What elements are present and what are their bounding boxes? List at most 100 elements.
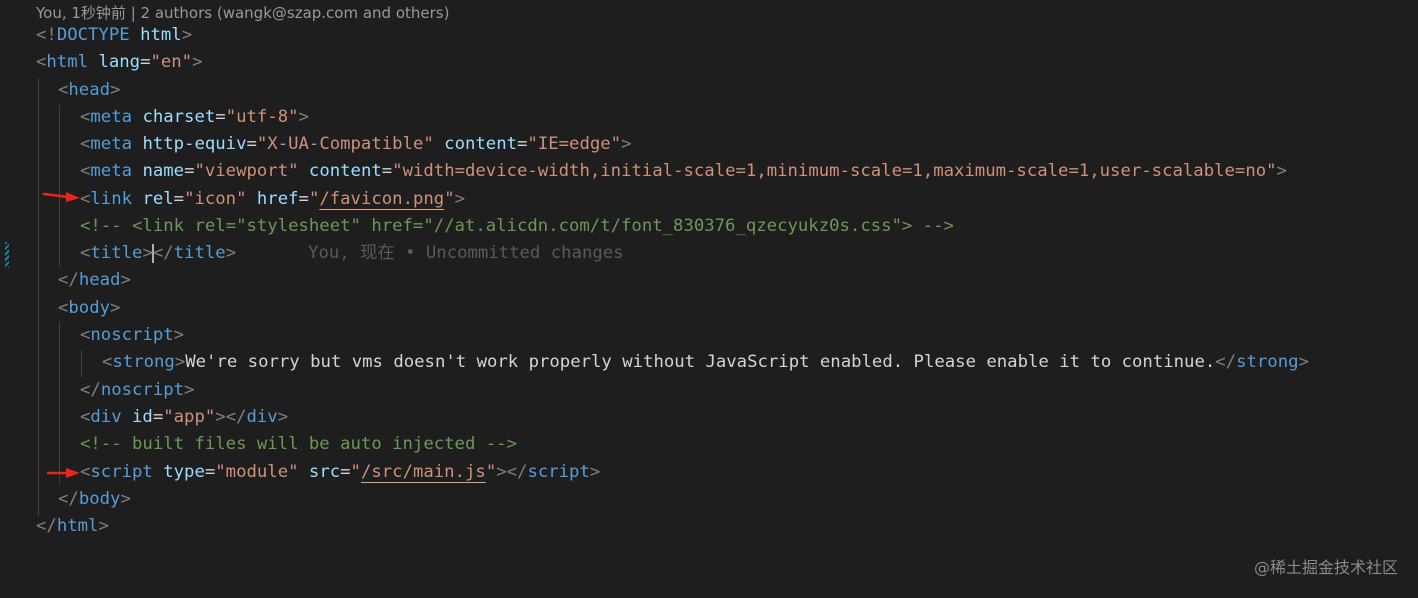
code-editor[interactable]: You, 1秒钟前 | 2 authors (wangk@szap.com an… <box>0 0 1418 598</box>
tag-name: body <box>68 298 111 318</box>
noscript-message: We're sorry but vms doesn't work properl… <box>185 352 1216 372</box>
attribute-value: "width=device-width,initial-scale=1,mini… <box>392 161 1277 181</box>
src-link[interactable]: /src/main.js <box>361 462 486 482</box>
code-line-html-open[interactable]: <html lang="en"> <box>36 49 203 76</box>
bracket: > <box>225 243 237 263</box>
bracket: > <box>181 25 193 45</box>
git-change-gutter-marker[interactable] <box>5 242 9 268</box>
tag-name: div <box>246 407 278 427</box>
bracket: </ <box>152 243 174 263</box>
bracket: </ <box>58 270 79 290</box>
equals: = <box>152 407 164 427</box>
bracket: < <box>80 462 91 482</box>
bracket: > <box>1276 161 1287 181</box>
quote: " <box>444 189 455 209</box>
indent-guide-body <box>59 322 60 484</box>
tag-name: title <box>173 243 226 263</box>
code-line-comment-stylesheet[interactable]: <!-- <link rel="stylesheet" href="//at.a… <box>80 213 954 240</box>
bracket: > <box>192 52 203 72</box>
code-line-title[interactable]: <title></title> You, 现在 • Uncommitted cha… <box>80 240 624 267</box>
tag-name: meta <box>90 161 133 181</box>
tag-name: meta <box>90 134 133 154</box>
attribute-name: content <box>444 134 518 154</box>
red-arrow-annotation-icon <box>46 468 80 478</box>
attribute-name: http-equiv <box>142 134 247 154</box>
tag-name: title <box>90 243 143 263</box>
tag-name: body <box>78 489 121 509</box>
git-blame-codelens[interactable]: You, 1秒钟前 | 2 authors (wangk@szap.com an… <box>36 2 449 24</box>
bracket: > <box>120 489 131 509</box>
bracket: < <box>80 325 91 345</box>
attribute-value: "en" <box>150 52 193 72</box>
code-line-script[interactable]: <script type="module" src="/src/main.js"… <box>80 459 600 486</box>
href-link[interactable]: /favicon.png <box>319 189 444 209</box>
code-line-comment-built[interactable]: <!-- built files will be auto injected -… <box>80 431 517 458</box>
bracket: > <box>589 462 601 482</box>
code-line-html-close[interactable]: </html> <box>36 513 109 540</box>
bracket: < <box>36 52 47 72</box>
code-line-noscript-open[interactable]: <noscript> <box>80 322 184 349</box>
tag-name: noscript <box>90 325 174 345</box>
indent-guide-noscript <box>81 350 82 377</box>
bracket: > <box>1298 352 1309 372</box>
red-arrow-annotation-icon <box>42 192 80 202</box>
bracket: > <box>277 407 289 427</box>
tag-name: head <box>68 80 111 100</box>
doctype-keyword: DOCTYPE <box>56 25 130 45</box>
code-line-meta-charset[interactable]: <meta charset="utf-8"> <box>80 104 309 131</box>
quote: " <box>485 462 497 482</box>
code-line-div-app[interactable]: <div id="app"></div> <box>80 404 288 431</box>
code-line-doctype[interactable]: <!DOCTYPE html> <box>36 22 192 49</box>
tag-name: html <box>56 516 99 536</box>
quote: " <box>308 189 320 209</box>
code-line-head-open[interactable]: <head> <box>58 77 120 104</box>
bracket: > <box>621 134 632 154</box>
tag-name: head <box>78 270 121 290</box>
bracket: > <box>298 107 309 127</box>
bracket: < <box>80 107 91 127</box>
code-line-body-close[interactable]: </body> <box>58 486 131 513</box>
bracket: > <box>454 189 466 209</box>
tag-name: noscript <box>100 380 185 400</box>
code-line-noscript-close[interactable]: </noscript> <box>80 377 194 404</box>
attribute-value: "app" <box>163 407 216 427</box>
bracket: < <box>80 189 91 209</box>
bracket: </ <box>58 489 79 509</box>
bracket: </ <box>36 516 57 536</box>
bracket: > <box>215 407 226 427</box>
watermark: @稀土掘金技术社区 <box>1253 558 1398 577</box>
tag-name: strong <box>1236 352 1299 372</box>
code-line-meta-http-equiv[interactable]: <meta http-equiv="X-UA-Compatible" conte… <box>80 131 631 158</box>
attribute-value: "utf-8" <box>225 107 299 127</box>
bracket: > <box>496 462 507 482</box>
attribute-name: content <box>308 161 382 181</box>
bracket: < <box>58 298 69 318</box>
attribute-name: rel <box>142 189 174 209</box>
bracket: </ <box>225 407 247 427</box>
attribute-name: lang <box>98 52 141 72</box>
bracket: < <box>80 161 91 181</box>
bracket: > <box>184 380 195 400</box>
bracket: <! <box>36 25 57 45</box>
equals: = <box>140 52 151 72</box>
indent-guide-head <box>59 105 60 267</box>
attribute-name: name <box>142 161 185 181</box>
code-line-link[interactable]: <link rel="icon" href="/favicon.png"> <box>80 186 465 213</box>
tag-name: div <box>90 407 122 427</box>
bracket: </ <box>506 462 528 482</box>
attribute-value: "module" <box>215 462 299 482</box>
code-line-strong[interactable]: <strong>We're sorry but vms doesn't work… <box>102 349 1309 376</box>
attribute-name: charset <box>142 107 216 127</box>
tag-name: html <box>46 52 89 72</box>
attribute-value: "icon" <box>184 189 247 209</box>
bracket: < <box>80 407 91 427</box>
code-line-body-open[interactable]: <body> <box>58 295 120 322</box>
attribute-value: "IE=edge" <box>527 134 622 154</box>
tag-name: strong <box>112 352 175 372</box>
code-line-meta-viewport[interactable]: <meta name="viewport" content="width=dev… <box>80 158 1287 185</box>
code-line-head-close[interactable]: </head> <box>58 267 131 294</box>
bracket: < <box>80 134 91 154</box>
bracket: > <box>110 80 121 100</box>
bracket: < <box>102 352 113 372</box>
